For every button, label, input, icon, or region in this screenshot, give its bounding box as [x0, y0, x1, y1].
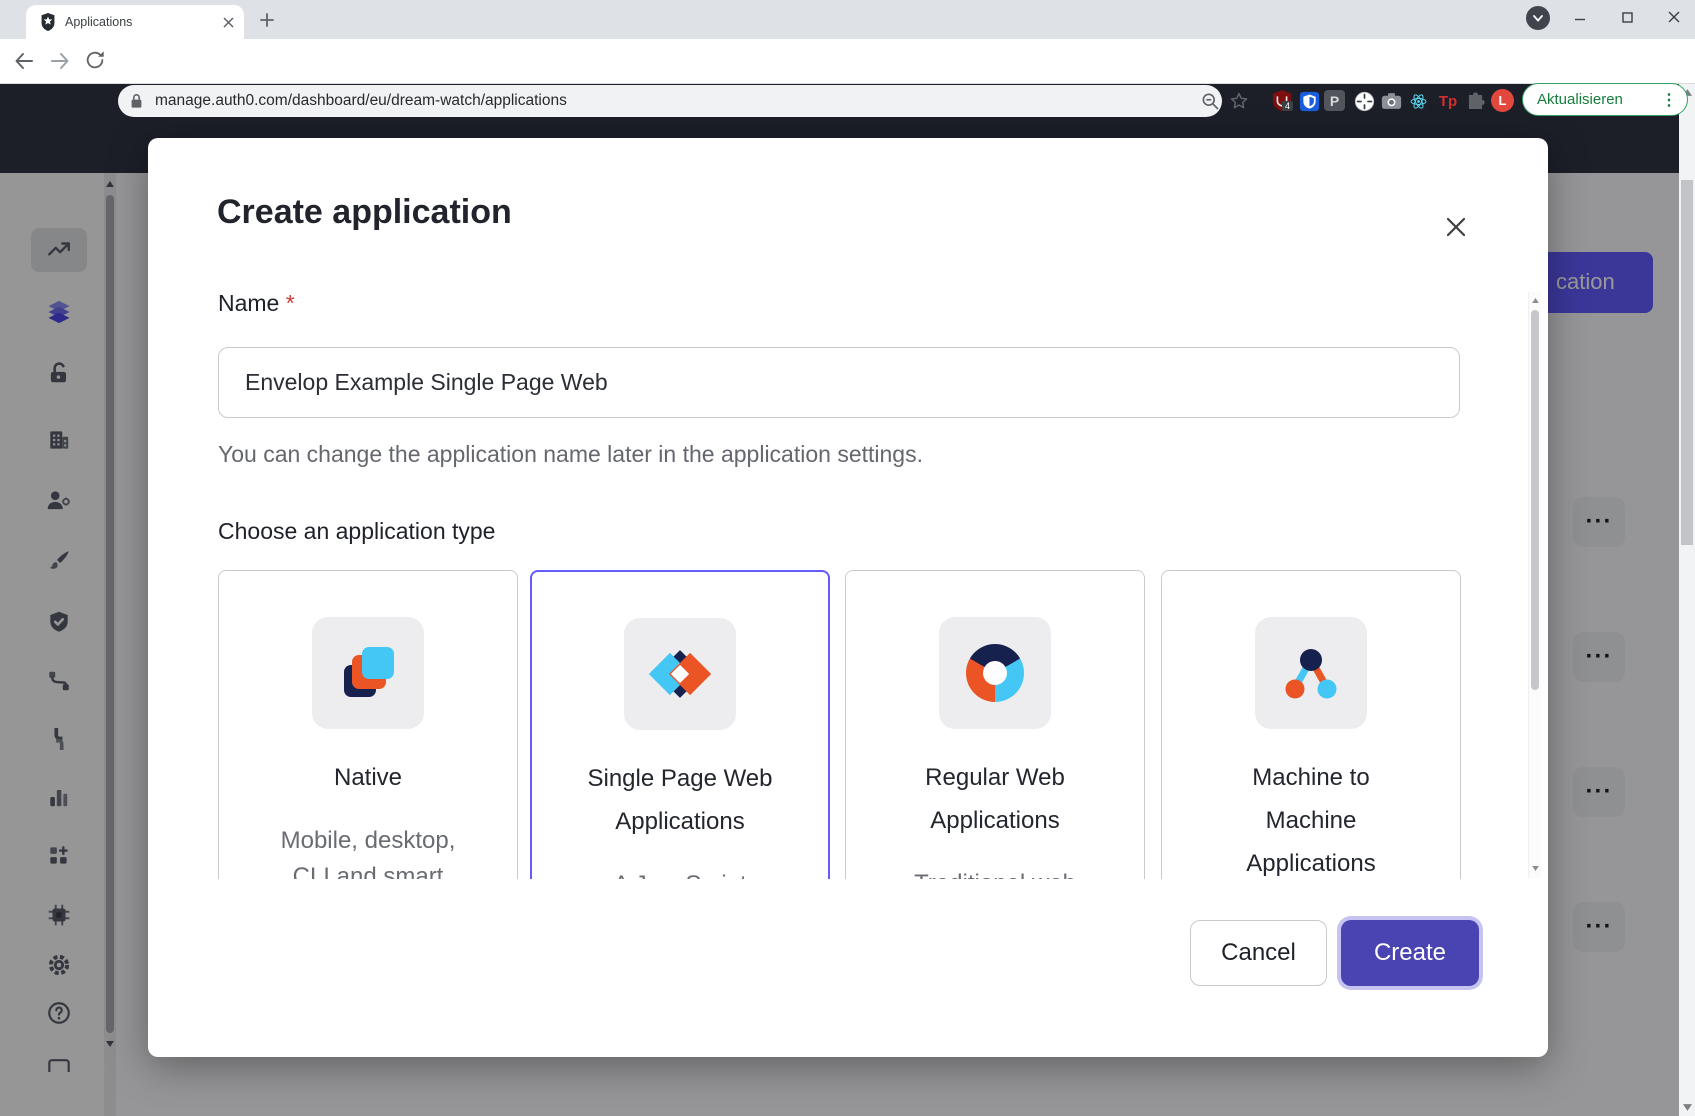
create-button[interactable]: Create: [1341, 920, 1479, 986]
native-app-icon: [312, 617, 424, 729]
ublock-extension-icon[interactable]: 4: [1270, 89, 1294, 113]
create-application-modal: Create application Name * You can change…: [148, 138, 1548, 1057]
tampermonkey-extension-icon[interactable]: Tp: [1436, 89, 1460, 113]
card-description: Mobile, desktop, CLI and smart: [219, 823, 517, 879]
tab-close-icon[interactable]: [223, 17, 234, 28]
name-label: Name *: [218, 290, 295, 317]
p-extension-icon[interactable]: P: [1324, 90, 1345, 111]
application-name-input[interactable]: [218, 347, 1460, 418]
browser-tab-strip: Applications: [0, 0, 1695, 39]
regular-web-app-icon: [939, 617, 1051, 729]
lock-icon: [130, 93, 143, 109]
window-close-button[interactable]: [1659, 3, 1689, 31]
page-scrollbar[interactable]: [1679, 84, 1695, 1116]
modal-scrollbar[interactable]: [1528, 292, 1541, 878]
tampermonkey-label: Tp: [1439, 93, 1457, 110]
close-icon: [1445, 216, 1467, 238]
url-bar[interactable]: manage.auth0.com/dashboard/eu/dream-watc…: [118, 85, 1222, 117]
screen: dream-watch Discuss your needs Docs: [0, 0, 1695, 1116]
reload-button[interactable]: [84, 49, 106, 71]
ublock-badge: 4: [1282, 101, 1293, 111]
p-extension-label: P: [1330, 93, 1339, 109]
forward-button[interactable]: [48, 49, 72, 73]
card-description: Traditional web: [846, 866, 1144, 879]
browser-toolbar: manage.auth0.com/dashboard/eu/dream-watc…: [0, 39, 1695, 84]
app-type-card-m2m[interactable]: Machine to Machine Applications: [1161, 570, 1461, 879]
tab-title: Applications: [65, 15, 223, 29]
choose-type-label: Choose an application type: [218, 518, 495, 545]
card-title: Native: [219, 756, 517, 799]
modal-title: Create application: [217, 193, 512, 232]
camera-extension-icon[interactable]: [1379, 89, 1403, 113]
card-title: Regular Web Applications: [846, 756, 1144, 842]
modal-close-button[interactable]: [1434, 205, 1478, 249]
react-devtools-extension-icon[interactable]: [1406, 89, 1430, 113]
browser-tab[interactable]: Applications: [26, 5, 244, 39]
page-scroll-thumb[interactable]: [1681, 180, 1693, 545]
window-minimize-button[interactable]: [1565, 3, 1595, 31]
m2m-app-icon: [1255, 617, 1367, 729]
browser-update-chevron[interactable]: [1526, 6, 1550, 30]
application-type-cards: Native Mobile, desktop, CLI and smart Si…: [218, 570, 1463, 879]
spa-app-icon: [624, 618, 736, 730]
bitwarden-extension-icon[interactable]: [1297, 89, 1321, 113]
back-button[interactable]: [12, 49, 36, 73]
modal-scroll-up-icon[interactable]: [1532, 298, 1539, 303]
zoom-icon[interactable]: [1198, 89, 1222, 113]
auth0-favicon: [40, 13, 56, 31]
bookmark-star-icon[interactable]: [1227, 89, 1251, 113]
url-text: manage.auth0.com/dashboard/eu/dream-watc…: [155, 92, 567, 110]
card-title: Machine to Machine Applications: [1162, 756, 1460, 879]
required-marker: *: [286, 290, 295, 316]
card-title: Single Page Web Applications: [532, 757, 828, 843]
update-button[interactable]: Aktualisieren ⋮: [1522, 83, 1688, 116]
modal-scroll-thumb[interactable]: [1531, 310, 1539, 690]
card-description: A JavaScript: [532, 867, 828, 879]
modal-scroll-down-icon[interactable]: [1532, 866, 1539, 871]
scroll-down-icon[interactable]: [1683, 1104, 1692, 1111]
cancel-button[interactable]: Cancel: [1190, 920, 1327, 986]
name-helper-text: You can change the application name late…: [218, 441, 923, 468]
update-label: Aktualisieren: [1537, 91, 1661, 108]
browser-profile-avatar[interactable]: L: [1491, 89, 1514, 112]
window-maximize-button[interactable]: [1612, 3, 1642, 31]
plus-icon: [260, 13, 274, 27]
profile-initial: L: [1499, 93, 1507, 108]
chevron-down-icon: [1533, 15, 1543, 22]
kebab-menu-icon[interactable]: ⋮: [1661, 90, 1677, 110]
app-type-card-native[interactable]: Native Mobile, desktop, CLI and smart: [218, 570, 518, 879]
crosshair-extension-icon[interactable]: [1352, 89, 1376, 113]
app-type-card-spa[interactable]: Single Page Web Applications A JavaScrip…: [530, 570, 830, 879]
new-tab-button[interactable]: [256, 9, 278, 31]
extensions-puzzle-icon[interactable]: [1463, 89, 1487, 113]
app-type-card-regular-web[interactable]: Regular Web Applications Traditional web: [845, 570, 1145, 879]
